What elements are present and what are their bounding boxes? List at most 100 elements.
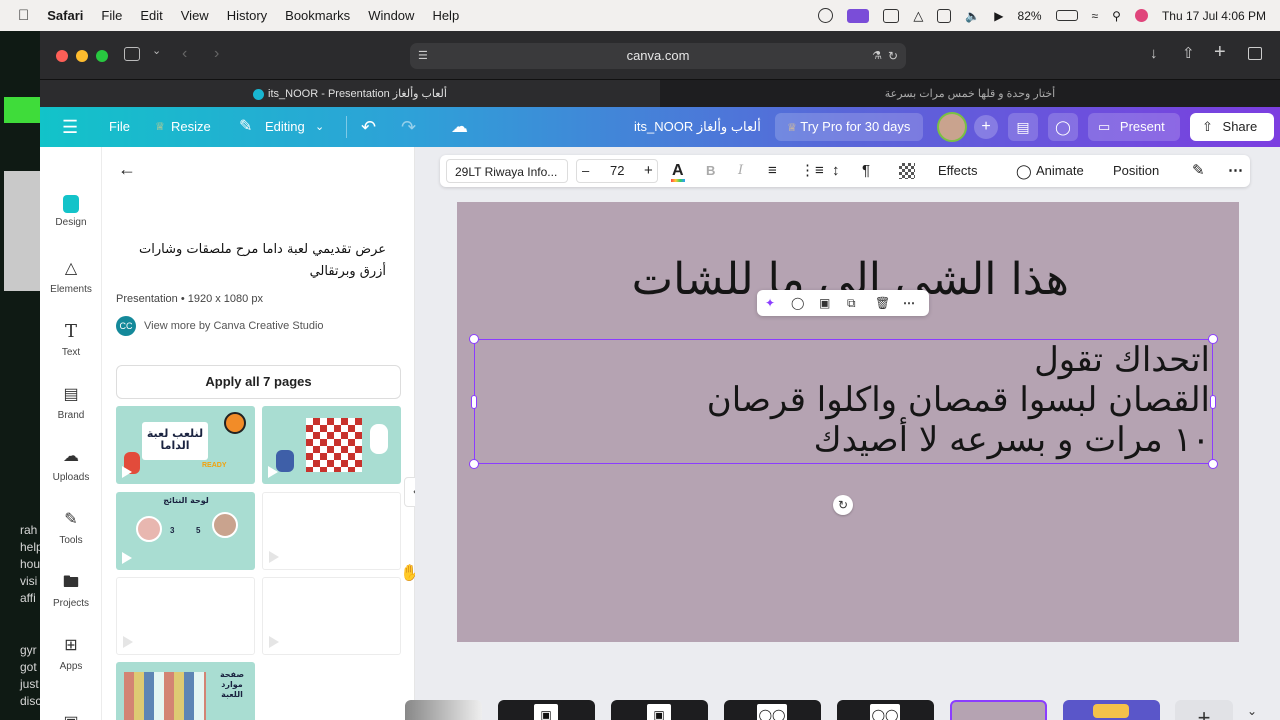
undo-icon[interactable]: ↶ [361,107,376,147]
page-thumb-45[interactable]: ▣ 45 [611,700,708,720]
apple-icon[interactable]:  [18,7,29,24]
user-icon[interactable] [1134,9,1148,22]
page-thumb[interactable] [405,700,482,720]
try-pro-button[interactable]: ♕ Try Pro for 30 days [775,113,923,141]
sidebar-toggle-icon[interactable] [124,47,140,61]
battery-icon[interactable] [1055,10,1078,21]
selected-textbox[interactable]: اتحداك تقول القصان لبسوا قمصان واكلوا قر… [474,339,1213,464]
rotate-icon[interactable]: ↻ [833,495,853,515]
redo-icon[interactable]: ↷ [401,107,416,147]
chevron-down-icon[interactable]: ⌄ [1247,704,1257,718]
duplicate-icon[interactable]: ⧉ [847,290,856,316]
increase-size-icon[interactable]: + [644,155,653,187]
address-bar[interactable]: ☰ canva.com ⚗ ↻ [410,43,906,69]
page-thumb-49[interactable]: 49 [1063,700,1160,720]
menu-help[interactable]: Help [432,8,459,23]
resize-handle[interactable] [1208,459,1218,469]
forward-icon[interactable]: › [214,45,219,63]
side-handle[interactable] [471,395,477,409]
menu-icon[interactable]: ☰ [62,107,78,147]
textbox-line-2[interactable]: القصان لبسوا قمصان واكلوا قرصان [707,380,1210,420]
share-button[interactable]: ⇧ Share [1190,113,1274,141]
rail-item-tools[interactable]: ✎ Tools [40,509,102,546]
decrease-size-icon[interactable]: – [582,155,589,187]
resize-button[interactable]: Resize [171,107,211,147]
tab-second[interactable]: أختار وحدة و قلها خمس مرات بسرعة [660,80,1280,108]
translate-icon[interactable]: ⚗ [872,43,882,69]
align-icon[interactable]: ≡ [768,155,777,187]
template-page-thumb-4[interactable] [262,492,401,570]
magic-write-icon[interactable]: ✦ [765,290,775,316]
comment-add-icon[interactable]: ◯ [791,290,804,316]
text-direction-icon[interactable]: ¶ [862,155,870,187]
resize-handle[interactable] [469,334,479,344]
list-icon[interactable]: ⋮≡ [800,155,824,187]
menu-app-name[interactable]: Safari [47,8,83,23]
rail-item-brand[interactable]: ▤ Brand [40,384,102,421]
rail-item-uploads[interactable]: ☁ Uploads [40,446,102,483]
drive-icon[interactable]: △ [913,8,923,24]
screen-record-icon[interactable] [818,8,834,23]
chevron-down-icon[interactable]: ⌄ [315,107,324,147]
font-family-select[interactable]: 29LT Riwaya Info... [446,159,568,183]
rail-item-design[interactable]: Design [40,195,102,228]
lock-icon[interactable]: ▣ [819,290,830,316]
avatar[interactable] [937,112,967,142]
menu-window[interactable]: Window [368,8,414,23]
spacing-icon[interactable]: ↕ [832,155,840,187]
rail-item-elements[interactable]: △ Elements [40,258,102,295]
share-icon[interactable]: ⇧ [1182,44,1195,62]
resize-handle[interactable] [1208,334,1218,344]
input-source-icon[interactable] [937,8,952,23]
menu-bookmarks[interactable]: Bookmarks [285,8,350,23]
transparency-icon[interactable] [899,163,915,179]
side-handle[interactable] [1210,395,1216,409]
present-button[interactable]: ▭ Present [1088,113,1180,141]
more-icon[interactable]: ⋯ [903,290,915,316]
rail-item-magic[interactable]: ▣ [40,712,102,720]
download-icon[interactable]: ↓ [1150,45,1158,62]
tab-overview-icon[interactable] [1248,47,1262,60]
datetime[interactable]: Thu 17 Jul 4:06 PM [1162,9,1266,23]
rail-item-text[interactable]: T Text [40,321,102,358]
page-thumb-46[interactable]: ◯◯ 46 [724,700,821,720]
play-icon[interactable]: ▶ [994,9,1003,23]
editing-mode-button[interactable]: Editing [265,107,305,147]
slide-canvas[interactable]: هذا الشي الي ما للشات ✦ ◯ ▣ ⧉ 🗑 ⋯ اتحداك… [457,202,1239,642]
wifi-icon[interactable]: ≈ [1092,9,1099,23]
template-page-thumb-5[interactable] [116,577,255,655]
italic-icon[interactable]: I [738,155,743,187]
more-options-icon[interactable]: ⋯ [1228,155,1243,187]
insights-icon[interactable]: ▤ [1008,113,1038,141]
textbox-line-3[interactable]: ١٠ مرات و بسرعه لا أصيدك [814,420,1210,460]
file-menu-button[interactable]: File [109,107,130,147]
menu-edit[interactable]: Edit [140,8,162,23]
tab-canva[interactable]: its_NOOR - Presentation ألعاب وألغاز [40,80,660,108]
rail-item-projects[interactable]: 🖿 Projects [40,572,102,609]
back-arrow-icon[interactable]: ← [118,159,136,180]
resize-handle[interactable] [469,459,479,469]
template-page-thumb-6[interactable] [262,577,401,655]
menu-history[interactable]: History [227,8,267,23]
comment-icon[interactable]: ◯ [1048,113,1078,141]
page-thumb-44[interactable]: ▣ 44 [498,700,595,720]
creator-link[interactable]: View more by Canva Creative Studio [144,320,324,332]
cloud-save-icon[interactable]: ☁ [451,107,468,147]
volume-icon[interactable]: 🔈 [965,9,980,23]
delete-icon[interactable]: 🗑 [875,290,890,316]
paint-format-icon[interactable]: ✎ [1192,155,1205,187]
menu-file[interactable]: File [101,8,122,23]
search-icon[interactable]: ⚲ [1112,9,1121,23]
minimize-window-button[interactable] [76,50,88,62]
back-icon[interactable]: ‹ [182,45,187,63]
close-window-button[interactable] [56,50,68,62]
page-menu-icon[interactable]: ☰ [418,43,428,69]
screen-share-icon[interactable] [847,8,870,23]
zoom-window-button[interactable] [96,50,108,62]
textbox-line-1[interactable]: اتحداك تقول [1034,340,1210,380]
apply-all-button[interactable]: Apply all 7 pages [116,365,401,399]
menu-view[interactable]: View [181,8,209,23]
template-page-thumb-3[interactable]: لوحة النتائج 3 5 [116,492,255,570]
template-page-thumb-1[interactable]: لنلعب لعبة الداما READY [116,406,255,484]
keyboard-icon[interactable] [883,8,900,23]
